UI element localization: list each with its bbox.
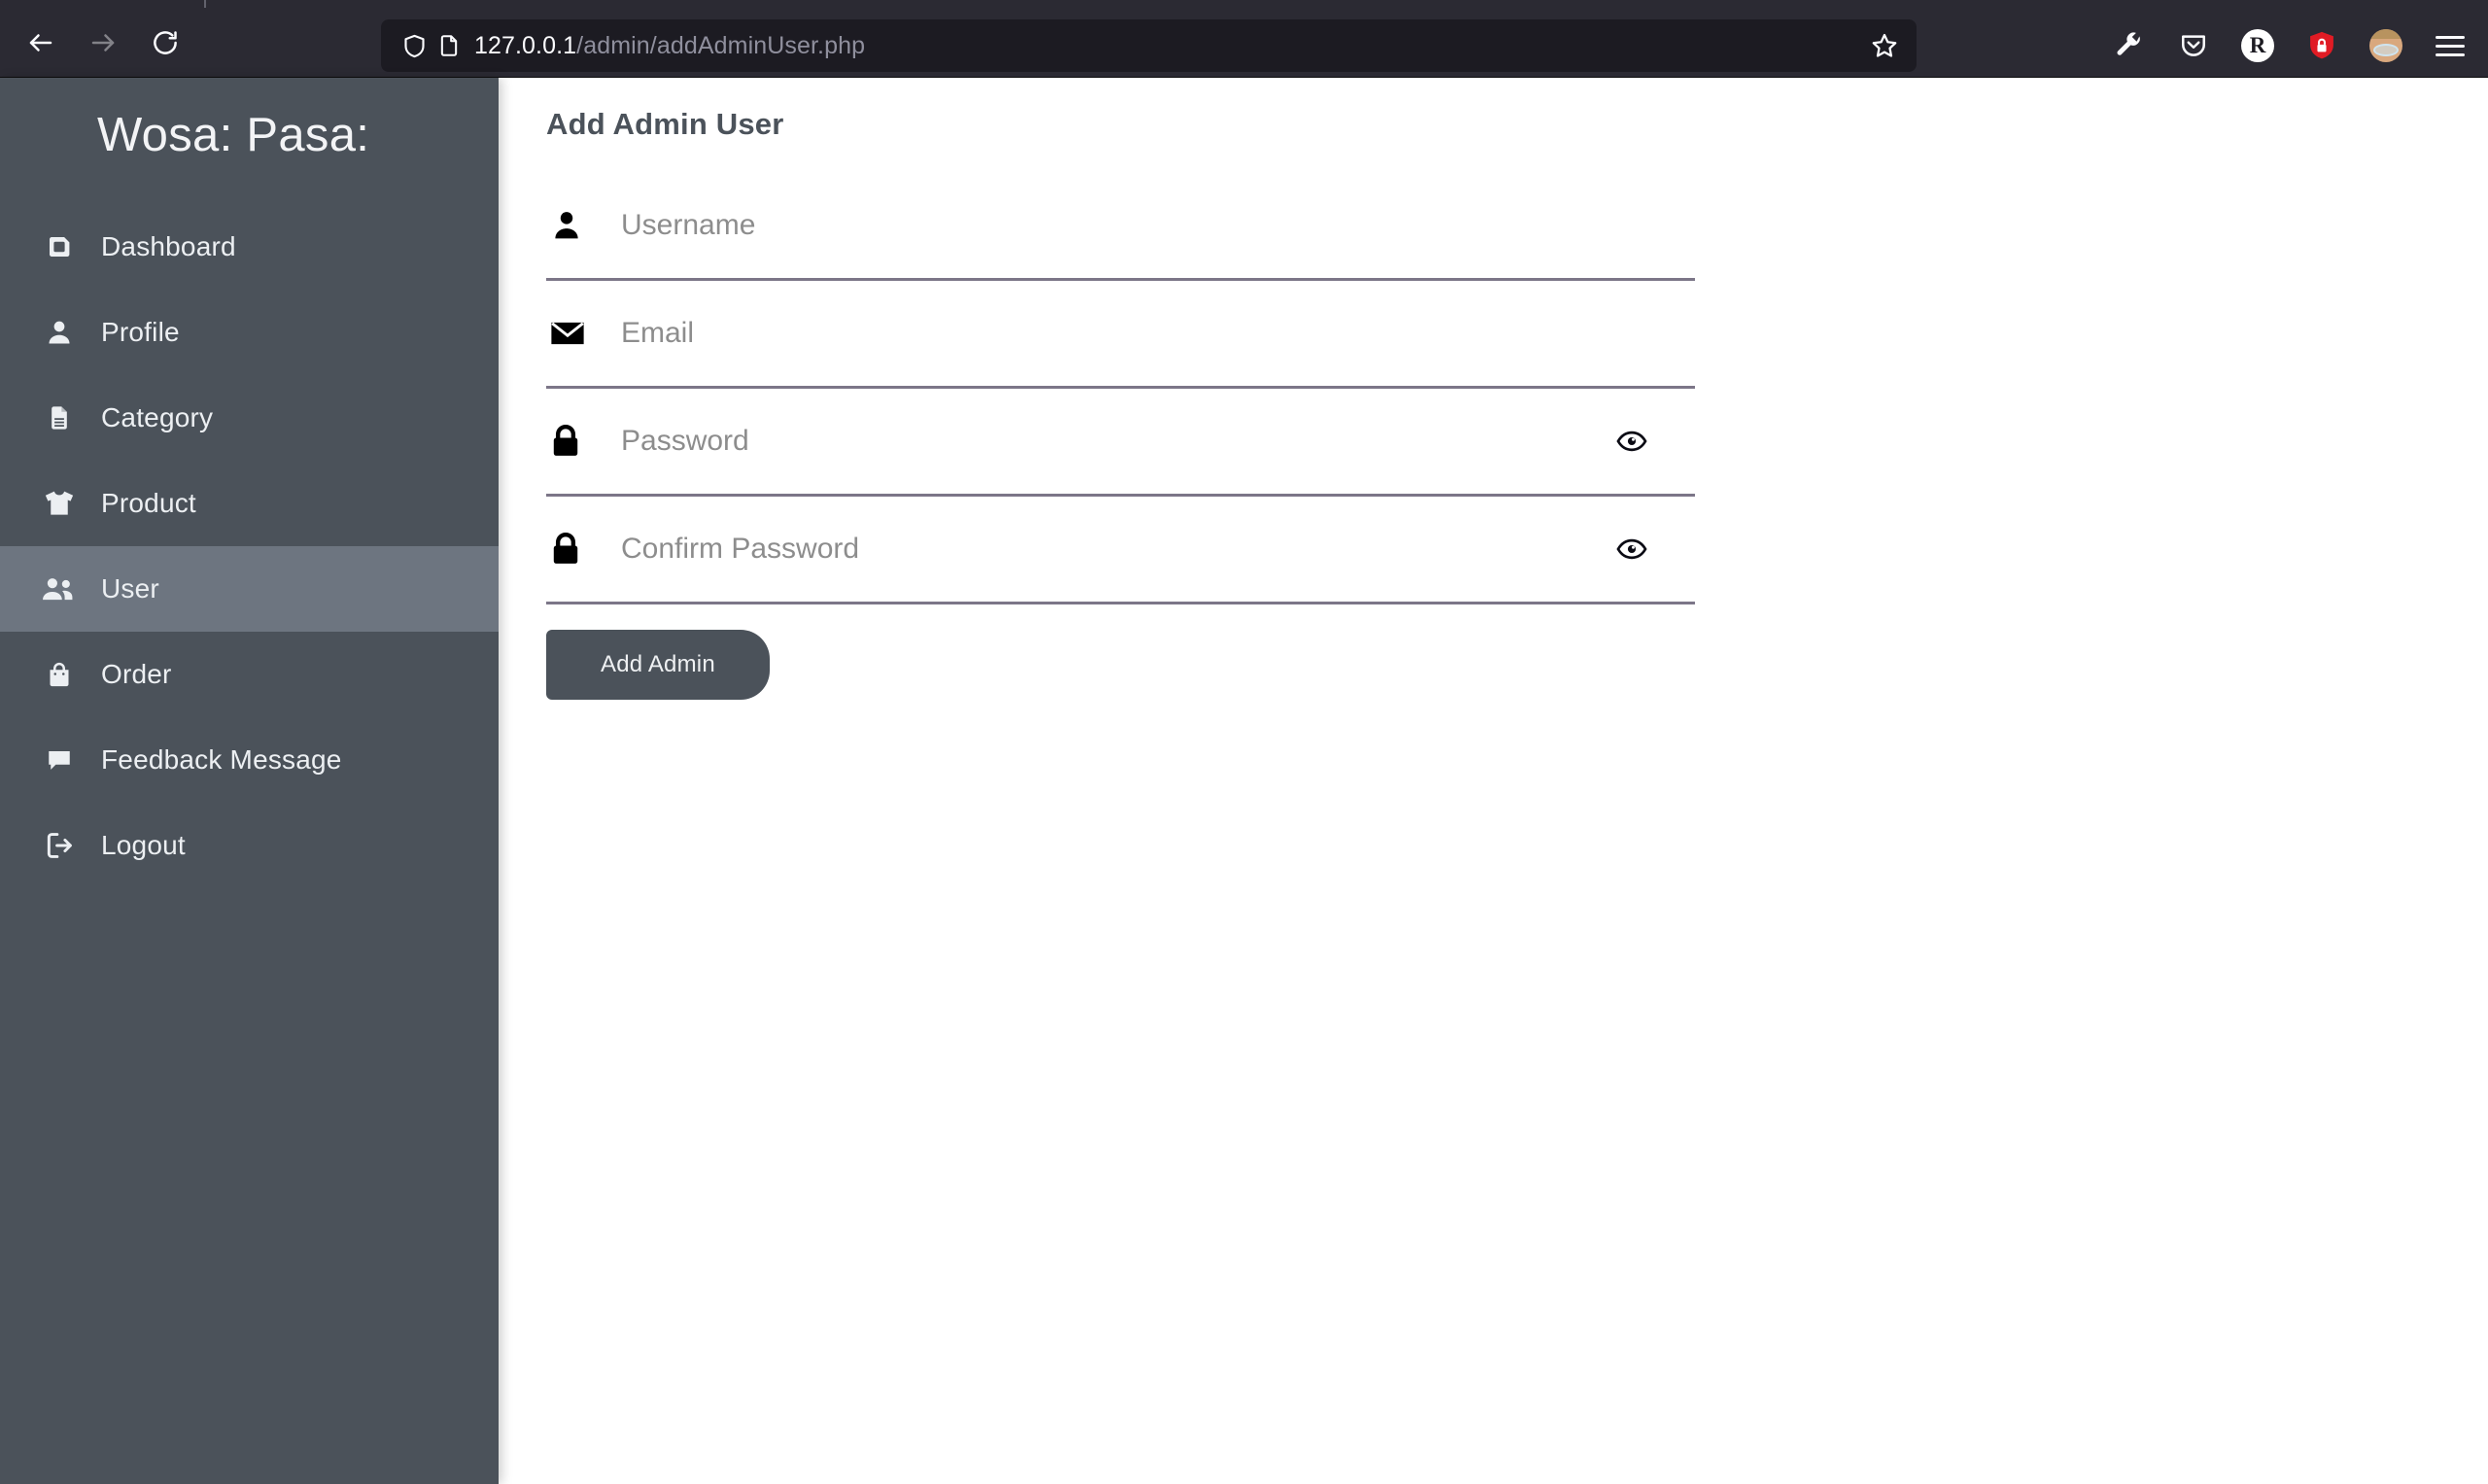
sidebar-item-label: Dashboard [101,231,236,261]
sidebar-item-label: Feedback Message [101,744,342,775]
file-lines-icon [29,402,89,433]
sidebar-item-user[interactable]: User [0,546,499,632]
sidebar-item-order[interactable]: Order [0,632,499,717]
sidebar-item-category[interactable]: Category [0,375,499,461]
toggle-confirm-password-visibility-button[interactable] [1609,527,1654,571]
lock-icon [550,532,603,567]
sidebar-item-dashboard[interactable]: Dashboard [0,204,499,290]
url-path: /admin/addAdminUser.php [576,31,866,59]
user-icon [29,317,89,348]
bag-shopping-icon [29,659,89,690]
users-icon [29,573,89,604]
shield-icon[interactable] [397,28,432,63]
add-admin-user-form: Add Admin [546,173,1695,700]
reload-button[interactable] [138,16,192,70]
sidebar-item-feedback-message[interactable]: Feedback Message [0,717,499,803]
email-input[interactable] [621,304,1695,362]
user-icon [550,208,603,243]
add-admin-button[interactable]: Add Admin [546,630,770,700]
page-info-icon[interactable] [432,28,466,63]
email-field-row [546,281,1695,389]
dashboard-icon [29,231,89,262]
sidebar-nav: Dashboard Profile Category Product User … [0,204,499,888]
page-body: Wosa: Pasa: Dashboard Profile Category P… [0,78,2488,1484]
username-input[interactable] [621,196,1695,255]
navigation-buttons [14,16,192,70]
shield-lock-icon[interactable] [2299,23,2344,68]
brand-title: Wosa: Pasa: [97,109,370,161]
comment-icon [29,745,89,775]
eye-icon [1616,429,1647,454]
avatar-icon[interactable] [2364,23,2408,68]
hamburger-bars [2436,35,2465,56]
sidebar-brand: Wosa: Pasa: [0,78,499,192]
hamburger-menu-icon[interactable] [2428,23,2472,68]
main-content: Add Admin User Username Email Add Admin [499,78,2488,1484]
wrench-icon[interactable] [2107,23,2152,68]
confirm-password-field-row [546,497,1695,604]
password-input[interactable] [621,412,1695,470]
forward-button[interactable] [76,16,130,70]
toggle-password-visibility-button[interactable] [1609,419,1654,464]
eye-icon [1616,536,1647,562]
sidebar-item-label: Profile [101,317,180,347]
browser-toolbar-icons: R [2107,19,2472,72]
sidebar-item-product[interactable]: Product [0,461,499,546]
sidebar-item-label: Category [101,402,214,432]
sign-out-icon [29,830,89,861]
sidebar: Wosa: Pasa: Dashboard Profile Category P… [0,78,499,1484]
tab-strip [0,0,2488,8]
url-text[interactable]: 127.0.0.1/admin/addAdminUser.php [474,32,1864,60]
browser-chrome: 127.0.0.1/admin/addAdminUser.php R [0,0,2488,78]
sidebar-item-label: Logout [101,830,186,860]
avatar [2369,29,2402,62]
sidebar-item-label: Order [101,659,172,689]
username-field-row [546,173,1695,281]
r-extension-label: R [2241,29,2274,62]
r-extension-icon[interactable]: R [2235,23,2280,68]
back-button[interactable] [14,16,68,70]
sidebar-item-logout[interactable]: Logout [0,803,499,888]
browser-navigation-bar: 127.0.0.1/admin/addAdminUser.php R [0,8,2488,78]
submit-row: Add Admin [546,630,1695,700]
envelope-icon [550,318,603,349]
shirt-icon [29,488,89,519]
pocket-icon[interactable] [2171,23,2216,68]
tab-divider [204,0,206,8]
sidebar-item-label: User [101,573,159,604]
confirm-password-input[interactable] [621,520,1695,578]
bookmark-star-icon[interactable] [1864,25,1905,66]
page-title: Add Admin User [546,107,784,141]
lock-icon [550,424,603,459]
url-host: 127.0.0.1 [474,31,577,59]
password-field-row [546,389,1695,497]
sidebar-item-label: Product [101,488,196,518]
url-bar[interactable]: 127.0.0.1/admin/addAdminUser.php [381,19,1917,72]
sidebar-item-profile[interactable]: Profile [0,290,499,375]
